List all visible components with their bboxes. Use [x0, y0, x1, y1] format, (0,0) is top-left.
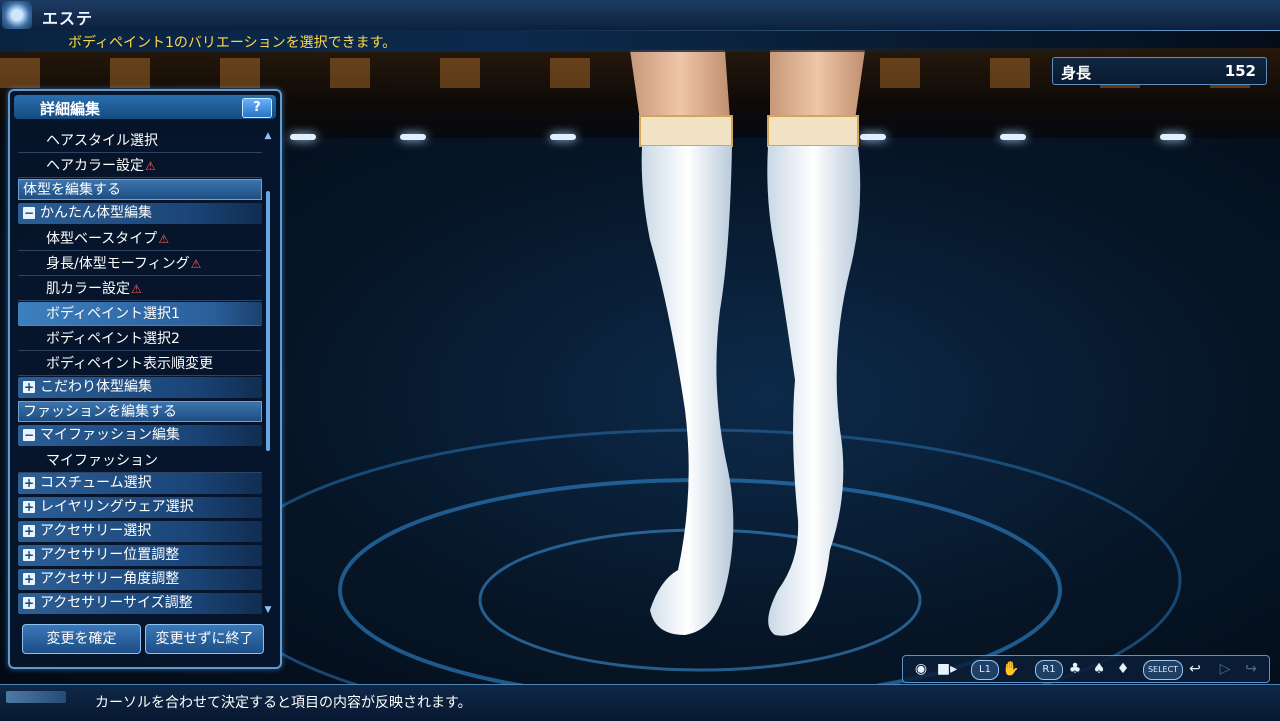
menu-item-label: ヘアスタイル選択 [46, 133, 158, 149]
warning-icon: ⚠ [145, 159, 156, 173]
height-label: 身長 [1061, 64, 1092, 82]
menu-item[interactable]: 体型ベースタイプ⚠ [18, 227, 262, 251]
menu-item[interactable]: ボディペイント選択2 [18, 327, 262, 351]
expand-icon[interactable]: + [23, 477, 35, 489]
scrollbar[interactable]: ▲ ▼ [264, 131, 272, 615]
menu-group[interactable]: − マイファッション編集 [18, 425, 262, 446]
menu-item-label: ヘアカラー設定 [46, 158, 144, 174]
menu-item-label: コスチューム選択 [40, 475, 152, 491]
menu-item-label: ボディペイント選択2 [46, 331, 180, 347]
play-icon[interactable]: ▷ [1215, 660, 1235, 678]
menu-group[interactable]: + コスチューム選択 [18, 473, 262, 494]
expand-icon[interactable]: + [23, 525, 35, 537]
warning-icon: ⚠ [131, 282, 142, 296]
menu-list: ヘアスタイル選択 ヘアカラー設定⚠ 体型を編集する − かんたん体型編集 体型ベースタイプ… [18, 129, 262, 617]
menu-item-label: 身長/体型モーフィング [46, 256, 190, 272]
expand-icon[interactable]: + [23, 549, 35, 561]
menu-item[interactable]: ヘアスタイル選択 [18, 129, 262, 153]
help-button[interactable]: ? [242, 98, 272, 118]
panel-title: 詳細編集 [40, 100, 101, 118]
menu-item-label: ファッションを編集する [23, 404, 177, 420]
hand-icon[interactable]: ✋ [1001, 660, 1021, 678]
camera-icon[interactable]: ■▸ [935, 660, 959, 678]
confirm-button[interactable]: 変更を確定 [22, 624, 141, 654]
scroll-up-arrow-icon[interactable]: ▲ [264, 131, 272, 141]
menu-item-label: 体型を編集する [23, 182, 121, 198]
menu-item[interactable]: 肌カラー設定⚠ [18, 277, 262, 301]
menu-group[interactable]: + こだわり体型編集 [18, 377, 262, 398]
menu-item[interactable]: ヘアカラー設定⚠ [18, 154, 262, 178]
menu-group[interactable]: + アクセサリー角度調整 [18, 569, 262, 590]
pso2-logo [6, 691, 66, 703]
menu-item-label: マイファッション編集 [40, 427, 180, 443]
base-wear-icon[interactable]: ♠ [1089, 660, 1109, 678]
expand-icon[interactable]: + [23, 573, 35, 585]
expand-icon[interactable]: + [23, 381, 35, 393]
menu-item-label: ボディペイント選択1 [46, 306, 180, 322]
warning-icon: ⚠ [190, 257, 202, 271]
menu-item-label: ボディペイント表示順変更 [46, 356, 214, 372]
expand-icon[interactable]: + [23, 597, 35, 609]
inner-wear-icon[interactable]: ♦ [1113, 660, 1133, 678]
menu-item[interactable]: マイファッション [18, 449, 262, 473]
quit-without-saving-button[interactable]: 変更せずに終了 [145, 624, 264, 654]
menu-group[interactable]: + アクセサリー選択 [18, 521, 262, 542]
menu-group[interactable]: − かんたん体型編集 [18, 203, 262, 224]
record-icon[interactable]: ◉ [911, 660, 931, 678]
warning-icon: ⚠ [158, 232, 170, 246]
l1-button[interactable]: L1 [971, 660, 999, 680]
redo-icon[interactable]: ↪ [1241, 660, 1261, 678]
expand-icon[interactable]: + [23, 501, 35, 513]
menu-item-label: 肌カラー設定 [46, 281, 130, 297]
menu-item-label: アクセサリー位置調整 [40, 547, 180, 563]
scroll-down-arrow-icon[interactable]: ▼ [264, 605, 272, 615]
menu-section-header[interactable]: 体型を編集する [18, 179, 262, 200]
collapse-icon[interactable]: − [23, 429, 35, 441]
detail-edit-panel: 詳細編集 ? ヘアスタイル選択 ヘアカラー設定⚠ 体型を編集する − かんたん体型編集体… [8, 89, 282, 669]
menu-item-label: アクセサリー選択 [40, 523, 152, 539]
menu-item[interactable]: ボディペイント表示順変更 [18, 352, 262, 376]
header-hint: ボディペイント1のバリエーションを選択できます。 [68, 35, 397, 51]
menu-group[interactable]: + アクセサリー位置調整 [18, 545, 262, 566]
menu-group[interactable]: + アクセサリーサイズ調整 [18, 593, 262, 614]
menu-item-label: 体型ベースタイプ [46, 231, 158, 247]
window-title: エステ [42, 9, 94, 28]
menu-item-label: かんたん体型編集 [40, 205, 152, 221]
game-emblem-icon [2, 1, 32, 29]
collapse-icon[interactable]: − [23, 207, 35, 219]
undo-icon[interactable]: ↩ [1185, 660, 1205, 678]
outer-costume-icon[interactable]: ♣ [1065, 660, 1085, 678]
r1-button[interactable]: R1 [1035, 660, 1063, 680]
select-button[interactable]: SELECT [1143, 660, 1183, 680]
menu-item-label: アクセサリー角度調整 [40, 571, 180, 587]
height-value: 152 [1224, 62, 1256, 80]
character-model [630, 50, 865, 636]
menu-item[interactable]: ボディペイント選択1 [18, 302, 262, 326]
menu-section-header[interactable]: ファッションを編集する [18, 401, 262, 422]
height-readout: 身長 152 [1052, 57, 1267, 85]
menu-item-label: アクセサリーサイズ調整 [40, 595, 193, 611]
menu-group[interactable]: + レイヤリングウェア選択 [18, 497, 262, 518]
menu-item-label: レイヤリングウェア選択 [40, 499, 194, 515]
title-bar: エステ [0, 0, 1280, 31]
menu-item[interactable]: 身長/体型モーフィング⚠ [18, 252, 262, 276]
menu-item-label: こだわり体型編集 [40, 379, 152, 395]
controller-hints: ◉ ■▸ L1 ✋ R1 ♣ ♠ ♦ SELECT ↩ ▷ ↪ [902, 655, 1270, 683]
scroll-thumb[interactable] [266, 191, 270, 451]
footer-hint: カーソルを合わせて決定すると項目の内容が反映されます。 [95, 695, 472, 711]
panel-header: 詳細編集 ? [14, 95, 276, 119]
footer-bar: カーソルを合わせて決定すると項目の内容が反映されます。 [0, 684, 1280, 721]
menu-item-label: マイファッション [46, 453, 158, 469]
